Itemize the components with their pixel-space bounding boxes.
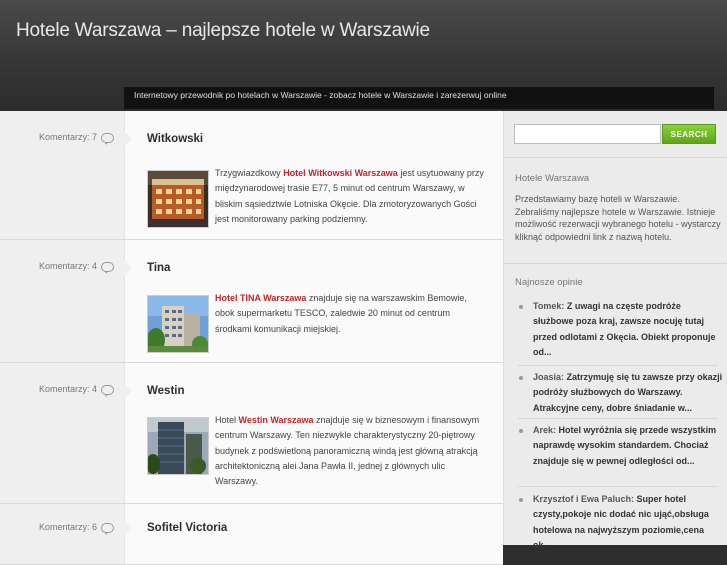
post-meta: Komentarzy: 4 <box>0 363 124 503</box>
post-pointer <box>124 131 132 147</box>
about-widget-title: Hotele Warszawa <box>515 173 590 184</box>
opinion-item[interactable]: Krzysztof i Ewa Paluch: Super hotel czys… <box>519 492 723 553</box>
bullet-icon <box>519 305 523 309</box>
comments-link[interactable]: Komentarzy: 6 <box>38 522 114 535</box>
bullet-icon <box>519 376 523 380</box>
site-header: Hotele Warszawa – najlepsze hotele w War… <box>0 0 727 111</box>
comment-bubble-icon <box>101 261 114 274</box>
divider <box>518 418 718 419</box>
comments-count: Komentarzy: 4 <box>38 261 97 271</box>
post-witkowski: Komentarzy: 7 Witkowski Trzygwiazdkowy H… <box>0 111 503 240</box>
post-title[interactable]: Sofitel Victoria <box>147 522 227 534</box>
comment-bubble-icon <box>101 384 114 397</box>
divider <box>504 157 727 158</box>
post-meta: Komentarzy: 6 <box>0 504 124 564</box>
post-body: Westin Hotel Westin Warszawa znajduje si… <box>124 363 503 503</box>
comments-count: Komentarzy: 6 <box>38 522 97 532</box>
comment-bubble-icon <box>101 522 114 535</box>
post-body: Tina Hotel TINA Warszawa znajduje się na… <box>124 240 503 362</box>
comments-link[interactable]: Komentarzy: 7 <box>38 132 114 145</box>
post-sofitel-victoria: Komentarzy: 6 Sofitel Victoria <box>0 504 503 565</box>
hotel-link[interactable]: Westin Warszawa <box>239 415 314 425</box>
post-pointer <box>124 260 132 276</box>
hotel-thumbnail[interactable] <box>147 170 209 228</box>
divider <box>518 486 718 487</box>
hotel-witkowski-image <box>148 171 208 227</box>
site-title[interactable]: Hotele Warszawa – najlepsze hotele w War… <box>16 20 430 42</box>
post-body: Sofitel Victoria <box>124 504 503 564</box>
site-tagline: Internetowy przewodnik po hotelach w War… <box>124 87 714 109</box>
post-meta: Komentarzy: 7 <box>0 111 124 239</box>
hotel-tina-image <box>148 296 208 352</box>
opinion-item[interactable]: Arek: Hotel wyróżnia się przede wszystki… <box>519 423 723 469</box>
post-title[interactable]: Westin <box>147 385 185 397</box>
opinion-text: Hotel wyróżnia się przede wszystkim napr… <box>533 425 717 466</box>
post-title[interactable]: Tina <box>147 262 170 274</box>
excerpt-text: znajduje się w biznesowym i finansowym c… <box>215 415 480 487</box>
excerpt-text: Hotel <box>215 415 239 425</box>
post-pointer <box>124 520 132 536</box>
comments-link[interactable]: Komentarzy: 4 <box>38 261 114 274</box>
post-pointer <box>124 383 132 399</box>
comment-bubble-icon <box>101 132 114 145</box>
comments-link[interactable]: Komentarzy: 4 <box>38 384 114 397</box>
search-input[interactable] <box>514 124 661 144</box>
divider <box>518 365 718 366</box>
comments-count: Komentarzy: 7 <box>38 132 97 142</box>
opinion-author: Tomek: <box>533 301 565 311</box>
excerpt-text: Trzygwiazdkowy <box>215 168 284 178</box>
search-button[interactable]: SEARCH <box>662 124 716 144</box>
hotel-link[interactable]: Hotel TINA Warszawa <box>215 293 306 303</box>
post-excerpt: Hotel TINA Warszawa znajduje się na wars… <box>215 291 485 337</box>
post-excerpt: Hotel Westin Warszawa znajduje się w biz… <box>215 413 485 489</box>
hotel-thumbnail[interactable] <box>147 295 209 353</box>
divider <box>504 263 727 264</box>
hotel-thumbnail[interactable] <box>147 417 209 475</box>
post-meta: Komentarzy: 4 <box>0 240 124 362</box>
hotel-link[interactable]: Hotel Witkowski Warszawa <box>283 168 398 178</box>
post-tina: Komentarzy: 4 Tina Hotel TINA Warszawa z… <box>0 240 503 363</box>
opinion-item[interactable]: Joasia: Zatrzymuję się tu zawsze przy ok… <box>519 370 723 416</box>
opinion-item[interactable]: Tomek: Z uwagi na częste podróże służbow… <box>519 299 723 360</box>
post-westin: Komentarzy: 4 Westin Hotel Westin Warsza… <box>0 363 503 504</box>
opinion-author: Krzysztof i Ewa Paluch: <box>533 494 635 504</box>
post-title[interactable]: Witkowski <box>147 133 203 145</box>
bullet-icon <box>519 498 523 502</box>
post-excerpt: Trzygwiazdkowy Hotel Witkowski Warszawa … <box>215 166 485 227</box>
main-content: Komentarzy: 7 Witkowski Trzygwiazdkowy H… <box>0 111 503 565</box>
post-body: Witkowski Trzygwiazdkowy Hotel Witkowski… <box>124 111 503 239</box>
hotel-westin-image <box>148 418 208 474</box>
comments-count: Komentarzy: 4 <box>38 384 97 394</box>
opinion-author: Arek: <box>533 425 557 435</box>
bullet-icon <box>519 429 523 433</box>
about-widget-text: Przedstawiamy bazę hoteli w Warszawie. Z… <box>515 194 721 242</box>
opinions-widget-title: Najnosze opinie <box>515 277 583 288</box>
sidebar: SEARCH Hotele Warszawa Przedstawiamy baz… <box>503 111 727 550</box>
opinion-author: Joasia: <box>533 372 565 382</box>
